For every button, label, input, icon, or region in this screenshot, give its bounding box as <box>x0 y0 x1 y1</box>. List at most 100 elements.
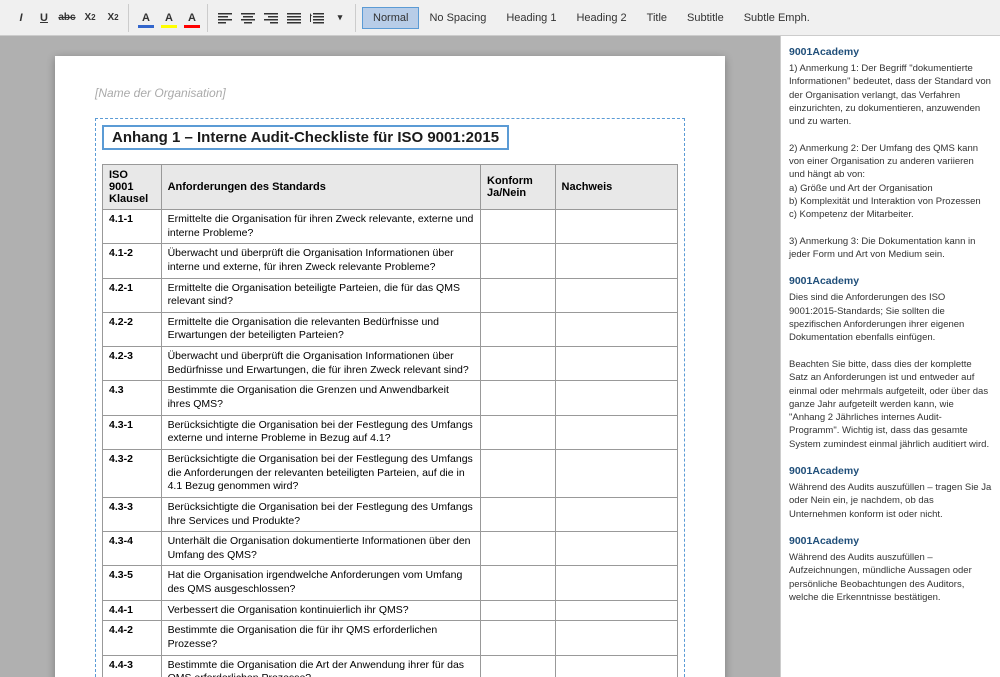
font-format-group: I U abc X2 X2 <box>6 4 129 32</box>
header-nachweis: Nachweis <box>555 165 677 210</box>
cell-klausel: 4.4-3 <box>103 655 162 677</box>
cell-nachweis <box>555 347 677 381</box>
table-row: 4.3-3Berücksichtigte die Organisation be… <box>103 497 678 531</box>
table-row: 4.3-4Unterhält die Organisation dokument… <box>103 532 678 566</box>
cell-nachweis <box>555 655 677 677</box>
table-row: 4.3-1Berücksichtigte die Organisation be… <box>103 415 678 449</box>
cell-klausel: 4.3-4 <box>103 532 162 566</box>
table-row: 4.1-2Überwacht und überprüft die Organis… <box>103 244 678 278</box>
cell-nachweis <box>555 600 677 621</box>
cell-konform <box>481 566 556 600</box>
doc-body: Anhang 1 – Interne Audit-Checkliste für … <box>95 118 685 677</box>
cell-konform <box>481 312 556 346</box>
cell-anforderungen: Unterhält die Organisation dokumentierte… <box>161 532 480 566</box>
style-no-spacing[interactable]: No Spacing <box>419 7 496 29</box>
font-color-button[interactable]: A <box>135 7 157 29</box>
style-title[interactable]: Title <box>637 7 677 29</box>
sidebar-section: 9001Academy1) Anmerkung 1: Der Begriff "… <box>789 46 992 261</box>
cell-anforderungen: Ermittelte die Organisation für ihren Zw… <box>161 210 480 244</box>
sidebar-section: 9001Academy Dies sind die Anforderungen d… <box>789 275 992 451</box>
align-group: ▾ <box>210 4 356 32</box>
cell-konform <box>481 600 556 621</box>
cell-anforderungen: Bestimmte die Organisation die Grenzen u… <box>161 381 480 415</box>
doc-title: Anhang 1 – Interne Audit-Checkliste für … <box>102 125 509 150</box>
cell-nachweis <box>555 497 677 531</box>
align-left-button[interactable] <box>214 7 236 29</box>
cell-klausel: 4.1-1 <box>103 210 162 244</box>
header-klausel: ISO 9001 Klausel <box>103 165 162 210</box>
cell-anforderungen: Bestimmte die Organisation die Art der A… <box>161 655 480 677</box>
cell-nachweis <box>555 566 677 600</box>
styles-bar: Normal No Spacing Heading 1 Heading 2 Ti… <box>362 7 820 29</box>
sidebar-sections: 9001Academy 1) Anmerkung 1: Der Begriff "… <box>789 46 992 604</box>
highlight-button[interactable]: A <box>158 7 180 29</box>
cell-nachweis <box>555 381 677 415</box>
underline-button[interactable]: U <box>33 7 55 29</box>
italic-button[interactable]: I <box>10 7 32 29</box>
strikethrough-button[interactable]: abc <box>56 7 78 29</box>
cell-nachweis <box>555 532 677 566</box>
cell-konform <box>481 655 556 677</box>
table-row: 4.2-2Ermittelte die Organisation die rel… <box>103 312 678 346</box>
cell-konform <box>481 532 556 566</box>
cell-klausel: 4.3-3 <box>103 497 162 531</box>
toolbar: I U abc X2 X2 A A A <box>0 0 1000 36</box>
sidebar-section-title: 9001Academy <box>789 535 992 547</box>
cell-nachweis <box>555 210 677 244</box>
more-button[interactable]: ▾ <box>329 7 351 29</box>
cell-klausel: 4.4-1 <box>103 600 162 621</box>
cell-anforderungen: Ermittelte die Organisation die relevant… <box>161 312 480 346</box>
cell-nachweis <box>555 244 677 278</box>
sidebar-section-title: 9001Academy <box>789 465 992 477</box>
subscript-button[interactable]: X2 <box>79 7 101 29</box>
table-row: 4.4-2Bestimmte die Organisation die für … <box>103 621 678 655</box>
cell-klausel: 4.3 <box>103 381 162 415</box>
cell-anforderungen: Hat die Organisation irgendwelche Anford… <box>161 566 480 600</box>
align-center-button[interactable] <box>237 7 259 29</box>
org-placeholder: [Name der Organisation] <box>95 86 685 100</box>
cell-anforderungen: Verbessert die Organisation kontinuierli… <box>161 600 480 621</box>
sidebar-section-text: Während des Audits auszufüllen – Aufzeic… <box>789 551 992 604</box>
table-row: 4.3-5Hat die Organisation irgendwelche A… <box>103 566 678 600</box>
text-color2-button[interactable]: A <box>181 7 203 29</box>
align-right-button[interactable] <box>260 7 282 29</box>
cell-anforderungen: Überwacht und überprüft die Organisation… <box>161 244 480 278</box>
cell-klausel: 4.2-3 <box>103 347 162 381</box>
cell-konform <box>481 449 556 497</box>
page-canvas[interactable]: [Name der Organisation] Anhang 1 – Inter… <box>0 36 780 677</box>
cell-nachweis <box>555 621 677 655</box>
page-document: [Name der Organisation] Anhang 1 – Inter… <box>55 56 725 677</box>
superscript-button[interactable]: X2 <box>102 7 124 29</box>
cell-klausel: 4.2-2 <box>103 312 162 346</box>
table-row: 4.4-3Bestimmte die Organisation die Art … <box>103 655 678 677</box>
cell-klausel: 4.3-2 <box>103 449 162 497</box>
audit-table: ISO 9001 Klausel Anforderungen des Stand… <box>102 164 678 677</box>
style-heading1[interactable]: Heading 1 <box>496 7 566 29</box>
style-subtitle[interactable]: Subtitle <box>677 7 734 29</box>
cell-anforderungen: Berücksichtigte die Organisation bei der… <box>161 415 480 449</box>
content-area: [Name der Organisation] Anhang 1 – Inter… <box>0 36 1000 677</box>
table-row: 4.2-3Überwacht und überprüft die Organis… <box>103 347 678 381</box>
color-group: A A A <box>131 4 208 32</box>
cell-konform <box>481 621 556 655</box>
header-anforderungen: Anforderungen des Standards <box>161 165 480 210</box>
cell-konform <box>481 381 556 415</box>
sidebar-section-text: Dies sind die Anforderungen des ISO 9001… <box>789 291 992 451</box>
cell-anforderungen: Überwacht und überprüft die Organisation… <box>161 347 480 381</box>
table-header-row: ISO 9001 Klausel Anforderungen des Stand… <box>103 165 678 210</box>
style-subtle-emph[interactable]: Subtle Emph. <box>734 7 820 29</box>
align-justify-button[interactable] <box>283 7 305 29</box>
line-spacing-button[interactable] <box>306 7 328 29</box>
style-normal[interactable]: Normal <box>362 7 419 29</box>
style-heading2[interactable]: Heading 2 <box>566 7 636 29</box>
cell-nachweis <box>555 449 677 497</box>
table-body: 4.1-1Ermittelte die Organisation für ihr… <box>103 210 678 677</box>
cell-nachweis <box>555 278 677 312</box>
sidebar-section-title: 9001Academy <box>789 275 992 287</box>
table-row: 4.3-2Berücksichtigte die Organisation be… <box>103 449 678 497</box>
cell-klausel: 4.3-5 <box>103 566 162 600</box>
cell-klausel: 4.1-2 <box>103 244 162 278</box>
sidebar-section-text: Während des Audits auszufüllen – tragen … <box>789 481 992 521</box>
cell-klausel: 4.4-2 <box>103 621 162 655</box>
sidebar-section-text: 1) Anmerkung 1: Der Begriff "dokumentier… <box>789 62 992 261</box>
